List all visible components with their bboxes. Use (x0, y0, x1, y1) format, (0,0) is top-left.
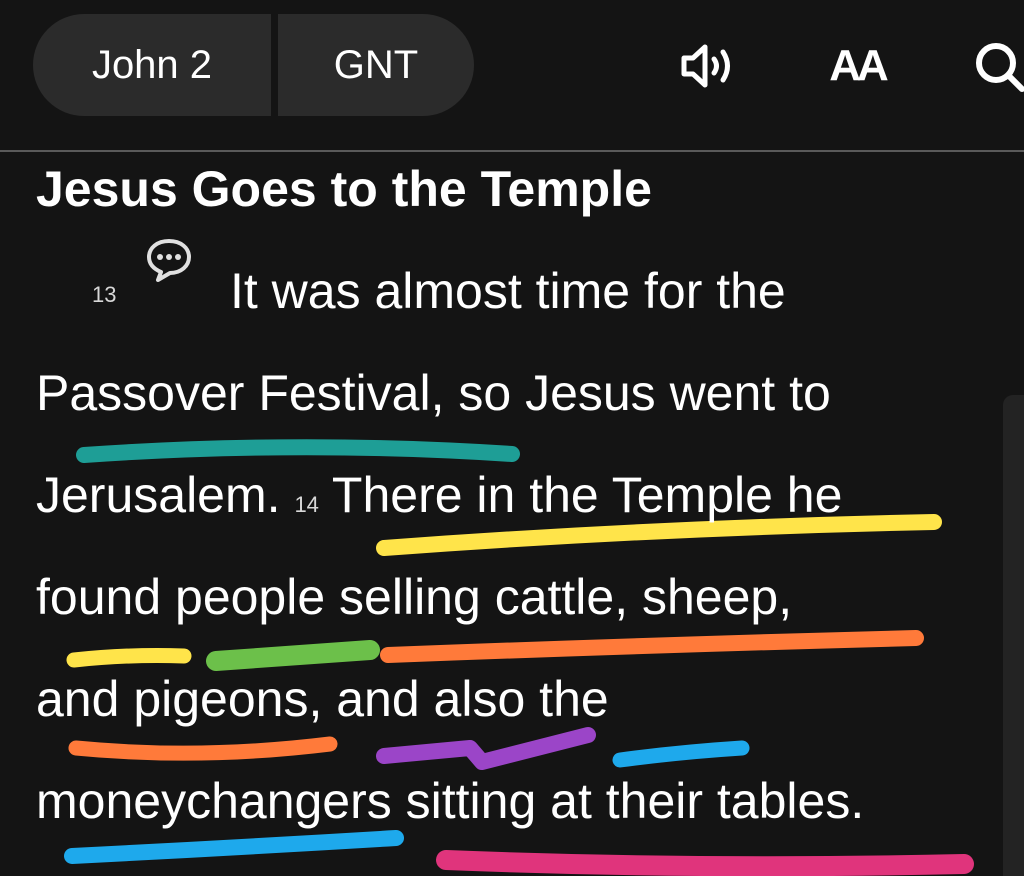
pill-divider (271, 14, 278, 116)
highlight-teal (76, 439, 520, 463)
toolbar-divider (0, 150, 1024, 152)
book-chapter-button[interactable]: John 2 (33, 14, 271, 116)
comment-note-icon[interactable] (146, 238, 192, 282)
highlight-blue-2 (64, 830, 404, 864)
verse-line: It was almost time for the (230, 263, 786, 319)
scrollbar[interactable] (1003, 395, 1024, 876)
verse-number-14[interactable]: 14 (294, 492, 318, 517)
verse-number-13[interactable]: 13 (92, 282, 116, 308)
verse-text: There in the Temple he (331, 467, 843, 523)
font-size-button[interactable]: AA (822, 38, 892, 94)
version-button[interactable]: GNT (278, 14, 474, 116)
highlight-orange (380, 630, 924, 663)
highlight-purple (376, 727, 596, 770)
verse-line: and pigeons, and also the (36, 671, 609, 727)
highlight-yellow-2 (66, 648, 192, 668)
highlight-orange-2 (68, 736, 338, 761)
verse-line: Passover Festival, so Jesus went to (36, 365, 831, 421)
highlight-blue (612, 740, 750, 768)
section-heading: Jesus Goes to the Temple (36, 161, 652, 217)
highlight-pink (436, 850, 974, 876)
highlight-green (206, 640, 380, 671)
verse-text: Jerusalem. (36, 467, 281, 523)
passage-selector: John 2 GNT (33, 14, 474, 116)
top-toolbar: John 2 GNT AA (0, 0, 1024, 150)
verse-line: found people selling cattle, sheep, (36, 569, 793, 625)
speaker-icon[interactable] (676, 38, 742, 94)
verse-line: Jerusalem. 14 There in the Temple he (36, 465, 842, 535)
verse-line: moneychangers sitting at their tables. (36, 773, 865, 829)
search-icon[interactable] (970, 38, 1024, 94)
